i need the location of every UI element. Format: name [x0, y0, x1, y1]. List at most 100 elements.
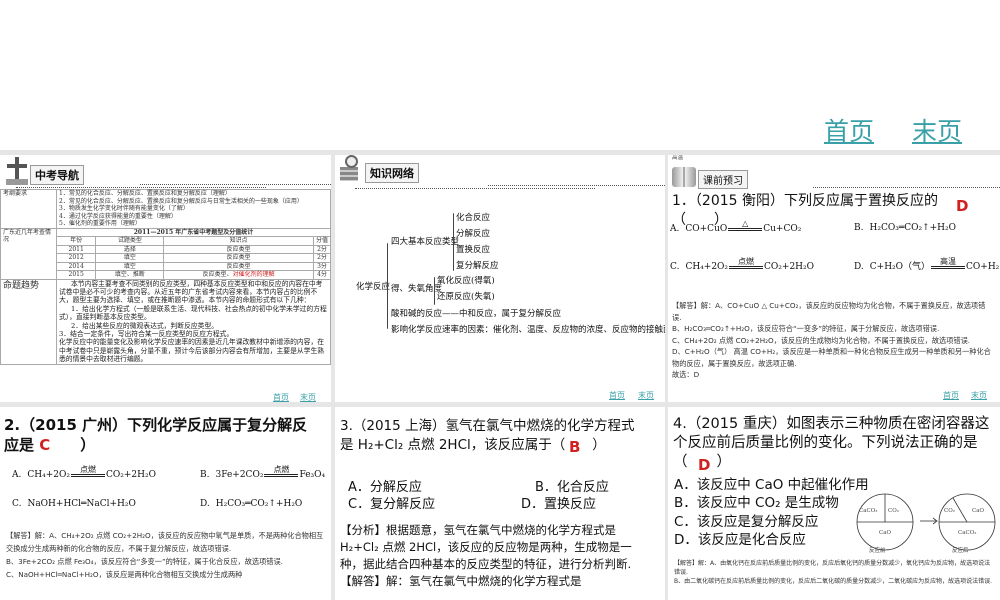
solution-line: 【解答】解：A、CH₄+2O₂ 点燃 CO₂+2H₂O，该反应的反应物中氧气是单… — [6, 531, 324, 553]
eq-rhs: CO₂+2H₂O — [105, 470, 156, 480]
option-a[interactable]: A. CH₄+2O₂ 点燃 CO₂+2H₂O — [12, 465, 156, 480]
diagram-branch: 影响化学反应速率的因素：催化剂、温度、反应物的浓度、反应物的接触面积等等 — [391, 325, 665, 335]
section-header: 知识网络 — [339, 155, 419, 183]
option-c[interactable]: C. CH₄+2O₂ 点燃 CO₂+2H₂O — [670, 257, 814, 272]
eq-condition: △ — [742, 219, 749, 228]
last-page-link[interactable]: 末页 — [912, 112, 962, 148]
diagram-leaf: 置换反应 — [456, 245, 491, 255]
slide-q4[interactable]: 4.（2015 重庆）如图表示三种物质在密闭容器这个反应前后质量比例的变化。下列… — [668, 407, 1000, 600]
req-item: 1．常见的化合反应、分解反应、置换反应和复分解反应（理解） — [59, 190, 231, 197]
option-label: D. — [200, 499, 210, 509]
eq-lhs: CH₄+2O₂ — [27, 470, 70, 480]
question-text: 3.（2015 上海）氢气在氯气中燃烧的化学方程式是 H₂+Cl₂ 点燃 2HC… — [340, 418, 635, 453]
cell: 反应类型 — [163, 244, 314, 254]
trend-para: 1．给出化学方程式（一般是联系生活、现代科技、社会热点的初中化学未学过的方程式）… — [59, 304, 327, 322]
exam-table: 考纲要求 1．常见的化合反应、分解反应、置换反应和复分解反应（理解） 2．常见的… — [0, 189, 331, 365]
cell: 3分 — [312, 261, 331, 271]
cell: 2分 — [312, 244, 331, 254]
cell: 反应类型 — [163, 253, 314, 263]
first-page-link[interactable]: 首页 — [824, 112, 874, 148]
option-d[interactable]: D. H₂CO₃═CO₂↑+H₂O — [200, 499, 302, 509]
option-c[interactable]: C．该反应是复分解反应 — [674, 510, 818, 530]
option-d[interactable]: D．该反应是化合反应 — [674, 528, 806, 548]
solution-line: C、CH₄+2O₂ 点燃 CO₂+2H₂O，该反应的生成物均为化合物，不属于置换… — [672, 335, 971, 345]
slide-q3[interactable]: 3.（2015 上海）氢气在氯气中燃烧的化学方程式是 H₂+Cl₂ 点燃 2HC… — [335, 407, 665, 600]
option-label: A. — [12, 470, 22, 480]
eq-condition: 点燃 — [738, 257, 755, 266]
pie-label: CaO — [879, 530, 891, 536]
eq-condition: 点燃 — [273, 465, 290, 474]
req-item: 3．物质发生化学变化时伴随有能量变化（了解） — [59, 205, 189, 212]
open-book-icon — [672, 161, 698, 189]
solution-line: B、由二氧化碳钙在反应前后质量比例的变化，反应后二氧化碳的质量分数减少，二氧化碳… — [674, 578, 993, 585]
eq-text: NaOH+HCl═NaCl+H₂O — [27, 499, 136, 509]
answer-mark: D — [956, 197, 969, 215]
pie-before — [856, 493, 914, 551]
solution-text: 【解答】解：A、CH₄+2O₂ 点燃 CO₂+2H₂O，该反应的反应物中氧气是单… — [6, 529, 324, 581]
eq-lhs: C+H₂O（气） — [869, 262, 931, 272]
option-c[interactable]: C. NaOH+HCl═NaCl+H₂O — [12, 499, 136, 509]
trend-para: 2．给出某些反应的微观表达式，判断反应类型。 — [71, 321, 219, 330]
last-page-link[interactable]: 末页 — [638, 390, 654, 401]
cell: 填空 — [95, 261, 165, 271]
option-d[interactable]: D．置换反应 — [521, 493, 596, 512]
diagram-leaf: 化合反应 — [456, 213, 491, 223]
diagram-root: 化学反应 — [356, 282, 391, 292]
solution-line: C、NaOH+HCl═NaCl+H₂O，该反应是两种化合物相互交换成分生成两种 — [6, 570, 243, 579]
req-label: 考纲要求 — [0, 189, 57, 229]
diagram-branch: 酸和碱的反应——中和反应，属于复分解反应 — [391, 309, 562, 319]
trend-label: 命题趋势 — [0, 278, 57, 365]
option-label: D. — [854, 262, 864, 272]
slide-knowledge-network[interactable]: 知识网络 化学反应 四大基本反应类型 化合反应 分解反应 置换反应 复分解反应 … — [335, 155, 665, 402]
slide-exam-guide[interactable]: 中考导航 考纲要求 1．常见的化合反应、分解反应、置换反应和复分解反应（理解） … — [0, 155, 331, 402]
diagram-leaf: 还原反应(失氧) — [437, 292, 495, 302]
eq-rhs: CO+H₂ — [966, 262, 1000, 272]
cell: 填空、推断 — [95, 270, 165, 280]
pie-label: CaCO₃ — [859, 508, 878, 514]
option-label: C. — [670, 262, 680, 272]
cell: 2015 — [55, 270, 97, 280]
option-b[interactable]: B. H₂CO₃═CO₂↑+H₂O — [854, 223, 956, 233]
solution-line: B、3Fe+2CO₂ 点燃 Fe₃O₄，该反应符合“多变一”的特征，属于化合反应… — [6, 557, 283, 566]
question-text: 2.（2015 广州）下列化学反应属于复分解反应是 C ） — [4, 416, 308, 454]
option-b[interactable]: B．该反应中 CO₂ 是生成物 — [674, 491, 839, 511]
last-page-link[interactable]: 末页 — [971, 390, 987, 401]
eq-rhs: Cu+CO₂ — [763, 224, 802, 234]
pie-caption: 反应前 — [869, 548, 886, 554]
first-page-link[interactable]: 首页 — [609, 390, 625, 401]
slide-q2[interactable]: 2.（2015 广州）下列化学反应属于复分解反应是 C ） A. CH₄+2O₂ 点… — [0, 407, 331, 600]
pie-label: CaO — [972, 508, 984, 514]
option-label: C. — [12, 499, 22, 509]
option-b[interactable]: B. 3Fe+2CO₂ 点燃 Fe₃O₄ — [200, 465, 325, 480]
eq-rhs: CO₂+2H₂O — [764, 262, 815, 272]
eq-text: H₂CO₃═CO₂↑+H₂O — [869, 223, 957, 233]
eq-lhs: CH₄+2O₂ — [685, 262, 729, 272]
section-title: 课前预习 — [698, 170, 748, 189]
col-header: 知识点 — [163, 236, 314, 246]
option-a[interactable]: A. CO+CuO △ Cu+CO₂ — [670, 219, 801, 234]
eq-text: H₂CO₃═CO₂↑+H₂O — [215, 499, 303, 509]
pie-caption: 反应后 — [952, 548, 969, 554]
option-label: B. — [854, 223, 864, 233]
last-page-link[interactable]: 末页 — [300, 392, 316, 402]
table-title: 2011—2015 年广东省中考题型及分值统计 — [56, 227, 331, 237]
question-text: 4.（2015 重庆）如图表示三种物质在密闭容器这个反应前后质量比例的变化。下列… — [673, 416, 990, 470]
slide-preview-q1[interactable]: 高温 课前预习 1．（2015 衡阳）下列反应属于置换反应的（ ） D A. CO… — [668, 155, 1000, 402]
section-title: 知识网络 — [365, 163, 419, 183]
eq-lhs: 3Fe+2CO₂ — [215, 470, 264, 480]
eq-condition: 高温 — [940, 257, 957, 266]
diagram-leaf: 复分解反应 — [456, 261, 499, 271]
req-items: 1．常见的化合反应、分解反应、置换反应和复分解反应（理解） 2．常见的化合反应、… — [56, 189, 331, 229]
eq-lhs: CO+CuO — [685, 224, 728, 234]
option-a[interactable]: A．该反应中 CaO 中起催化作用 — [674, 473, 869, 493]
option-c[interactable]: C．复分解反应 — [348, 493, 435, 512]
col-header: 年份 — [55, 236, 97, 246]
trend-para: 化学反应中的能量变化及影响化学反应速率的因素是近几年课改教材中新增添的内容，在中… — [59, 338, 325, 364]
first-page-link[interactable]: 首页 — [273, 392, 289, 402]
arrow-icon — [920, 517, 938, 525]
option-d[interactable]: D. C+H₂O（气） 高温 CO+H₂ — [854, 257, 999, 272]
eq-condition: 点燃 — [79, 465, 96, 474]
pie-label: CO₂ — [888, 508, 899, 514]
first-page-link[interactable]: 首页 — [943, 390, 959, 401]
solution-text: 【解答】解：A、由氧化钙在反应前后质量比例的变化，反应后氧化钙的质量分数减少，氧… — [674, 559, 996, 586]
